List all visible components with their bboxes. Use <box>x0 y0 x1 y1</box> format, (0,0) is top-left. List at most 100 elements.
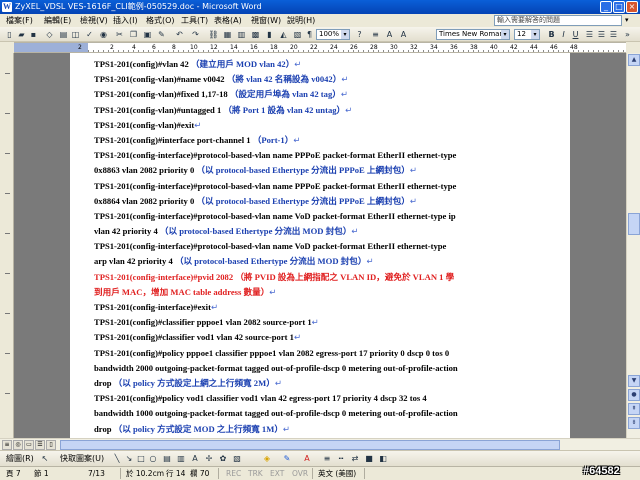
drawing-icon[interactable]: ◭ <box>278 29 289 40</box>
undo-icon[interactable]: ↶ <box>174 29 185 40</box>
print-layout-icon[interactable]: ▭ <box>24 440 34 450</box>
document-line[interactable]: TPS1-201(config-interface)#protocol-base… <box>94 179 554 194</box>
align-right-icon[interactable]: ☰ <box>608 29 619 40</box>
help-dropdown-icon[interactable]: ▾ <box>625 14 629 27</box>
document-text[interactable]: TPS1-201(config)#vlan 42 （建立用戶 MOD vlan … <box>94 57 554 438</box>
shadow-icon[interactable]: ■ <box>364 454 374 464</box>
save-icon[interactable]: ▪ <box>28 29 39 40</box>
print-icon[interactable]: ▤ <box>58 29 69 40</box>
vertical-scrollbar[interactable]: ▲ ▼ ● ⇞ ⇟ <box>626 53 640 438</box>
document-line[interactable]: TPS1-201(config)#classifier vod1 vlan 42… <box>94 330 554 345</box>
copy-icon[interactable]: ❐ <box>128 29 139 40</box>
zoom-select[interactable]: 100% ▾ <box>316 29 350 40</box>
font-size-select[interactable]: 12 ▾ <box>514 29 540 40</box>
next-page-icon[interactable]: ⇟ <box>628 417 640 429</box>
maximize-button[interactable]: □ <box>613 1 625 13</box>
hyperlink-icon[interactable]: ⛓ <box>208 29 219 40</box>
autoshapes-menu[interactable]: 快取圖案(U) <box>60 451 104 467</box>
menu-window[interactable]: 視窗(W) <box>251 14 281 27</box>
reading-view-icon[interactable]: ▯ <box>46 440 56 450</box>
scroll-up-icon[interactable]: ▲ <box>628 54 640 66</box>
document-line[interactable]: arp vlan 42 priority 4 （以 protocol-based… <box>94 254 554 269</box>
textbox-icon[interactable]: ▤ <box>162 454 172 464</box>
insert-table-icon[interactable]: ▥ <box>236 29 247 40</box>
font-color-icon[interactable]: A <box>302 454 312 464</box>
document-line[interactable]: TPS1-201(config)#policy vod1 classifier … <box>94 391 554 406</box>
word-app-icon[interactable]: W <box>2 2 12 12</box>
cut-icon[interactable]: ✂ <box>114 29 125 40</box>
document-line[interactable]: TPS1-201(config)#vlan 42 （建立用戶 MOD vlan … <box>94 57 554 72</box>
align-left-icon[interactable]: ☰ <box>584 29 595 40</box>
horizontal-scrollbar[interactable]: ≡ ◎ ▭ ☰ ▯ <box>0 438 640 450</box>
horizontal-scroll-thumb[interactable] <box>60 440 560 450</box>
ruler-tab-selector[interactable] <box>0 42 14 53</box>
document-line[interactable]: TPS1-201(config)#classifier pppoe1 vlan … <box>94 315 554 330</box>
menu-file[interactable]: 檔案(F) <box>6 14 33 27</box>
document-map-icon[interactable]: ▧ <box>292 29 303 40</box>
oval-icon[interactable]: ○ <box>148 454 158 464</box>
bold-icon[interactable]: B <box>546 29 557 40</box>
open-icon[interactable]: ▰ <box>16 29 27 40</box>
redo-icon[interactable]: ↷ <box>190 29 201 40</box>
font-name-dropdown-icon[interactable]: ▾ <box>501 30 509 39</box>
ask-question-input[interactable]: 輸入需要解答的問題 <box>494 15 622 26</box>
line-style-icon[interactable]: ≡ <box>322 454 332 464</box>
zoom-dropdown-icon[interactable]: ▾ <box>341 30 349 39</box>
select-browse-object-icon[interactable]: ● <box>628 389 640 401</box>
document-line[interactable]: bandwidth 2000 outgoing-packet-format ta… <box>94 361 554 376</box>
underline-icon[interactable]: U <box>570 29 581 40</box>
help-icon[interactable]: ? <box>354 29 365 40</box>
menu-tools[interactable]: 工具(T) <box>181 14 208 27</box>
fill-color-icon[interactable]: ◈ <box>262 454 272 464</box>
document-line[interactable]: TPS1-201(config-interface)#protocol-base… <box>94 239 554 254</box>
close-button[interactable]: × <box>626 1 638 13</box>
document-area[interactable]: TPS1-201(config)#vlan 42 （建立用戶 MOD vlan … <box>14 53 626 438</box>
toolbar-options-icon[interactable]: » <box>622 29 633 40</box>
research-icon[interactable]: ◉ <box>98 29 109 40</box>
horizontal-ruler[interactable]: 2 2 4 6 8 10 12 14 16 18 20 22 24 26 28 … <box>14 42 626 53</box>
previous-page-icon[interactable]: ⇞ <box>628 403 640 415</box>
document-line[interactable]: 0x8864 vlan 2082 priority 0 （以 protocol-… <box>94 194 554 209</box>
draw-menu[interactable]: 繪圖(R) <box>6 451 34 467</box>
new-style-icon[interactable]: A <box>398 29 409 40</box>
document-line[interactable]: TPS1-201(config-interface)#protocol-base… <box>94 148 554 163</box>
new-document-icon[interactable]: ▯ <box>4 29 15 40</box>
wordart-icon[interactable]: A <box>190 454 200 464</box>
font-name-select[interactable]: Times New Roman ▾ <box>436 29 510 40</box>
read-icon[interactable]: ≡ <box>370 29 381 40</box>
menu-format[interactable]: 格式(O) <box>146 14 175 27</box>
outline-view-icon[interactable]: ☰ <box>35 440 45 450</box>
line-icon[interactable]: ╲ <box>112 454 122 464</box>
align-center-icon[interactable]: ☰ <box>596 29 607 40</box>
document-line[interactable]: TPS1-201(config-vlan)#exit↵ <box>94 118 554 133</box>
document-line[interactable]: TPS1-201(config)#interface port-channel … <box>94 133 554 148</box>
document-line[interactable]: TPS1-201(config-vlan)#fixed 1,17-18 （設定用… <box>94 87 554 102</box>
scroll-down-icon[interactable]: ▼ <box>628 375 640 387</box>
status-ovr[interactable]: OVR <box>292 467 308 480</box>
document-line[interactable]: drop （以 policy 方式設定 MOD 之上行頻寬 1M）↵ <box>94 422 554 437</box>
document-line[interactable]: bandwidth 1000 outgoing-packet-format ta… <box>94 406 554 421</box>
picture-icon[interactable]: ▧ <box>232 454 242 464</box>
format-painter-icon[interactable]: ✎ <box>156 29 167 40</box>
menu-table[interactable]: 表格(A) <box>214 14 242 27</box>
clipart-icon[interactable]: ✿ <box>218 454 228 464</box>
menu-insert[interactable]: 插入(I) <box>113 14 138 27</box>
document-line[interactable]: drop （以 policy 方式設定上網之上行頻寬 2M）↵ <box>94 376 554 391</box>
document-line[interactable]: vlan 42 priority 4 （以 protocol-based Eth… <box>94 224 554 239</box>
line-color-icon[interactable]: ✎ <box>282 454 292 464</box>
paste-icon[interactable]: ▣ <box>142 29 153 40</box>
show-hide-icon[interactable]: ¶ <box>304 29 315 40</box>
spelling-icon[interactable]: ✓ <box>84 29 95 40</box>
vertical-textbox-icon[interactable]: ▥ <box>176 454 186 464</box>
status-trk[interactable]: TRK <box>248 467 263 480</box>
menu-view[interactable]: 檢視(V) <box>80 14 108 27</box>
menu-edit[interactable]: 編輯(E) <box>44 14 71 27</box>
dash-style-icon[interactable]: ┅ <box>336 454 346 464</box>
columns-icon[interactable]: ▮ <box>264 29 275 40</box>
status-rec[interactable]: REC <box>226 467 241 480</box>
arrow-style-icon[interactable]: ⇄ <box>350 454 360 464</box>
document-line[interactable]: TPS1-201(config-vlan)#untagged 1 （將 Port… <box>94 103 554 118</box>
scroll-thumb[interactable] <box>628 213 640 235</box>
font-size-dropdown-icon[interactable]: ▾ <box>531 30 539 39</box>
diagram-icon[interactable]: ✢ <box>204 454 214 464</box>
